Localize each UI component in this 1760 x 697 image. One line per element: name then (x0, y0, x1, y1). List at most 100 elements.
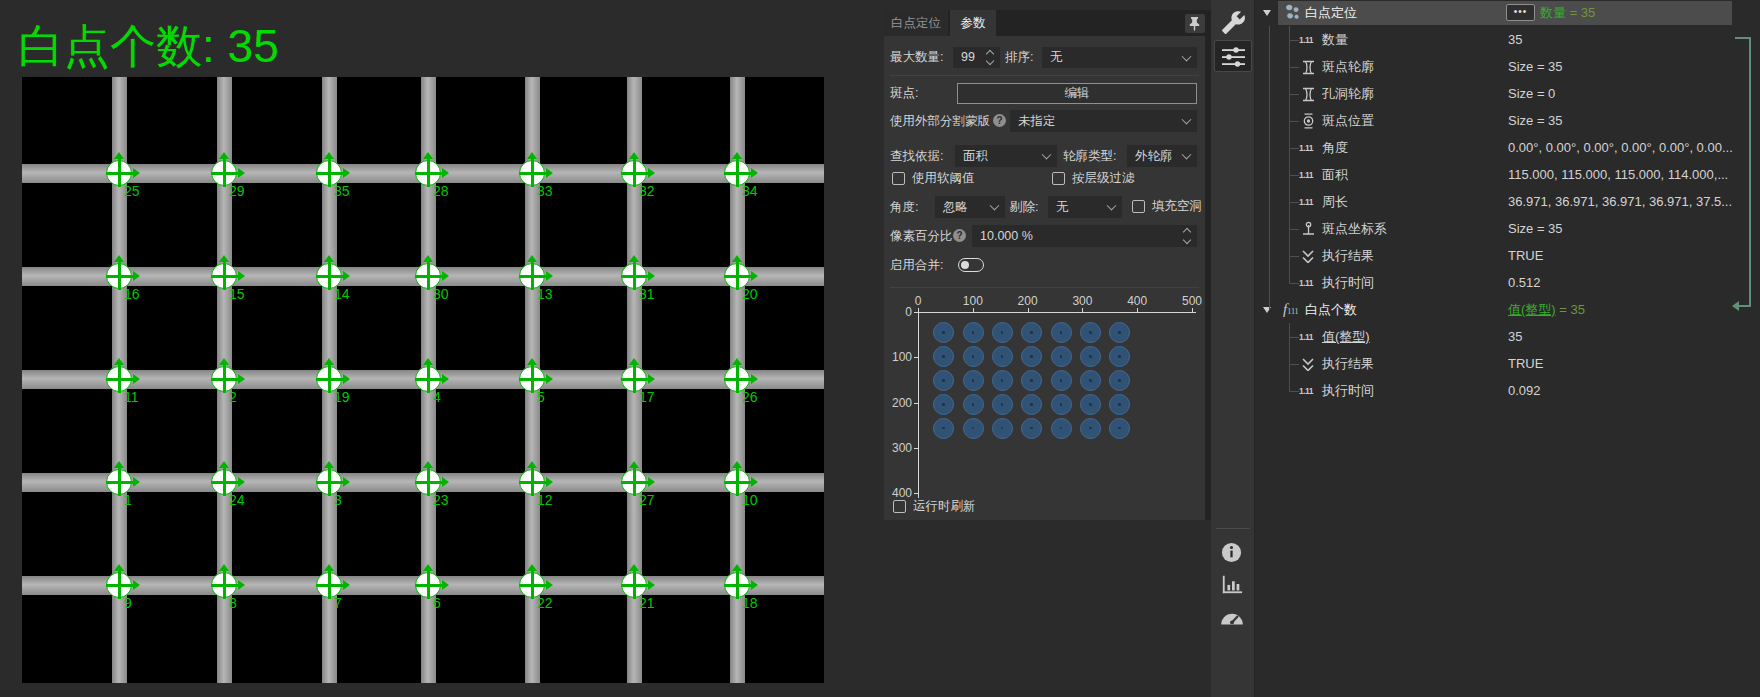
blob-marker-number: 16 (124, 286, 140, 302)
hierarchy-filter-checkbox[interactable] (1052, 172, 1065, 185)
tree-row-label: 孔洞轮廓 (1322, 81, 1374, 107)
tree-guide-line (1269, 26, 1270, 310)
chart-y-tick-label: 200 (886, 396, 912, 410)
chart-x-axis (918, 312, 1196, 313)
tree-row-斑点位置[interactable]: 斑点位置Size = 35 (1255, 108, 1760, 134)
blob-marker-number: 4 (433, 389, 441, 405)
tree-row-value: 115.000, 115.000, 115.000, 114.000,... (1508, 162, 1728, 188)
chart-point (1051, 394, 1072, 415)
chart-x-tick-label: 100 (958, 294, 988, 308)
pin-icon (1185, 14, 1205, 33)
tree-row-执行结果[interactable]: 执行结果 TRUE (1255, 351, 1760, 377)
expander-icon[interactable] (1263, 10, 1271, 16)
tree-row-斑点轮廓[interactable]: 斑点轮廓Size = 35 (1255, 54, 1760, 80)
result-tree-panel: 白点定位•••数量 = 351.11数量35斑点轮廓Size = 35孔洞轮廓S… (1255, 0, 1760, 697)
contour-type-dropdown[interactable]: 外轮廓 (1127, 145, 1197, 167)
soft-threshold-checkbox[interactable] (892, 172, 905, 185)
chart-y-tick-label: 100 (886, 350, 912, 364)
runtime-refresh-label: 运行时刷新 (913, 498, 976, 515)
tree-row-角度[interactable]: 1.11角度0.00°, 0.00°, 0.00°, 0.00°, 0.00°,… (1255, 135, 1760, 161)
pin-button[interactable] (1185, 14, 1205, 33)
group-menu-button[interactable]: ••• (1506, 4, 1535, 21)
tree-row-孔洞轮廓[interactable]: 孔洞轮廓Size = 0 (1255, 81, 1760, 107)
help-icon[interactable]: ? (993, 114, 1006, 127)
pixel-percent-spinner[interactable]: 10.000 % (972, 225, 1197, 247)
tree-row-value: TRUE (1508, 351, 1543, 377)
chevron-down-icon (990, 201, 1000, 211)
find-by-dropdown[interactable]: 面积 (955, 145, 1057, 167)
tree-row-label: 执行结果 (1322, 351, 1374, 377)
sort-label: 排序: (1005, 47, 1033, 68)
bar-chart-icon[interactable] (1221, 573, 1243, 595)
tab-params[interactable]: 参数 (950, 10, 996, 36)
cull-dropdown[interactable]: 无 (1048, 196, 1122, 218)
blob-marker-number: 31 (639, 286, 655, 302)
tree-row-value: 0.00°, 0.00°, 0.00°, 0.00°, 0.00°, 0.00.… (1508, 135, 1733, 161)
tree-group-白点个数[interactable]: f111白点个数值(整型) = 35 (1255, 297, 1760, 323)
tree-row-执行时间[interactable]: 1.11执行时间0.092 (1255, 378, 1760, 404)
chart-x-tick (1082, 308, 1083, 312)
blob-marker-number: 19 (334, 389, 350, 405)
blob-marker-number: 7 (334, 595, 342, 611)
angle-dropdown[interactable]: 忽略 (935, 196, 1005, 218)
merge-toggle[interactable] (958, 258, 984, 272)
tree-row-label: 斑点位置 (1322, 108, 1374, 134)
chart-y-tick (914, 493, 918, 494)
chart-x-tick (1192, 308, 1193, 312)
chart-point (992, 418, 1013, 439)
blob-marker-number: 25 (124, 183, 140, 199)
tree-row-周长[interactable]: 1.11周长36.971, 36.971, 36.971, 36.971, 37… (1255, 189, 1760, 215)
tree-row-执行结果[interactable]: 执行结果TRUE (1255, 243, 1760, 269)
chart-point (963, 418, 984, 439)
tree-row-label: 值(整型) (1322, 324, 1370, 350)
tree-row-value: 0.092 (1508, 378, 1541, 404)
blob-marker-number: 10 (742, 492, 758, 508)
image-viewer[interactable]: 白点个数: 35 2529352833323416151430133120112… (0, 0, 832, 697)
tree-row-值(整型)[interactable]: 1.11值(整型)35 (1255, 324, 1760, 350)
wrench-icon[interactable] (1221, 10, 1246, 35)
spin-down-icon[interactable] (1183, 236, 1191, 244)
spin-down-icon[interactable] (986, 57, 994, 65)
camera-image: 2529352833323416151430133120112194517261… (22, 77, 824, 683)
chart-x-tick (973, 308, 974, 312)
runtime-refresh-checkbox[interactable] (893, 500, 906, 513)
tree-row-label: 斑点坐标系 (1322, 216, 1387, 242)
help-icon[interactable]: ? (953, 229, 966, 242)
tool-strip (1211, 0, 1255, 697)
tree-row-label: 数量 (1322, 27, 1348, 53)
max-count-spinner[interactable]: 99 (953, 47, 1000, 68)
mask-dropdown[interactable]: 未指定 (1010, 110, 1197, 132)
blob-edit-button[interactable]: 编辑 (957, 83, 1197, 104)
tree-row-value: 35 (1508, 27, 1522, 53)
info-icon[interactable] (1220, 541, 1243, 564)
tree-row-数量[interactable]: 1.11数量35 (1255, 27, 1760, 53)
sort-dropdown[interactable]: 无 (1042, 47, 1197, 68)
chart-point (992, 394, 1013, 415)
blob-marker-number: 9 (124, 595, 132, 611)
group-label: 白点个数 (1305, 297, 1357, 323)
cull-label: 剔除: (1010, 196, 1038, 218)
group-label: 白点定位 (1305, 0, 1357, 26)
sliders-tool-selected[interactable] (1214, 40, 1252, 72)
tab-result[interactable]: 白点定位 (884, 10, 948, 36)
params-panel-body (884, 36, 1205, 520)
overlay-count-text: 白点个数: 35 (18, 21, 279, 71)
chart-point (963, 370, 984, 391)
group-result: 值(整型) = 35 (1508, 297, 1585, 323)
blob-marker-number: 20 (742, 286, 758, 302)
chart-point (1051, 346, 1072, 367)
blob-marker-number: 22 (537, 595, 553, 611)
pixel-percent-label: 像素百分比 (890, 225, 953, 247)
tree-row-面积[interactable]: 1.11面积115.000, 115.000, 115.000, 114.000… (1255, 162, 1760, 188)
separator (1216, 528, 1250, 529)
blob-marker-number: 6 (433, 595, 441, 611)
gauge-icon[interactable] (1219, 604, 1245, 630)
tree-group-白点定位[interactable]: 白点定位•••数量 = 35 (1255, 0, 1760, 26)
fill-holes-checkbox[interactable] (1132, 200, 1145, 213)
hierarchy-filter-label: 按层级过滤 (1072, 170, 1135, 187)
blob-marker-number: 15 (229, 286, 245, 302)
tree-row-value: 35 (1508, 324, 1522, 350)
blob-marker-number: 2 (229, 389, 237, 405)
tree-row-斑点坐标系[interactable]: 斑点坐标系Size = 35 (1255, 216, 1760, 242)
tree-row-执行时间[interactable]: 1.11执行时间0.512 (1255, 270, 1760, 296)
